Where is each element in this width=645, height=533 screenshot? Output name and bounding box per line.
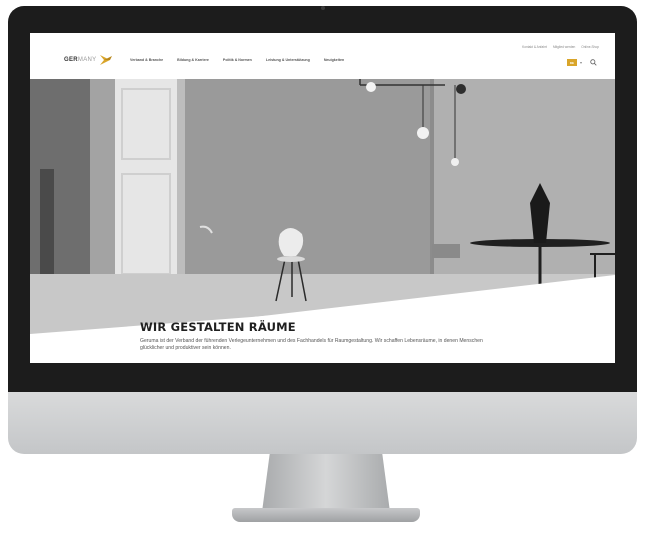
logo-mark-icon — [100, 55, 113, 65]
nav-item-neuigkeiten[interactable]: Neuigkeiten — [324, 58, 344, 62]
camera-icon — [321, 6, 325, 10]
monitor-stand — [262, 454, 390, 512]
hero-image — [30, 79, 615, 363]
language-selector[interactable]: DE — [566, 59, 577, 66]
hero-section — [30, 79, 615, 363]
nav-item-leistung[interactable]: Leistung & Unterstützung — [266, 58, 310, 62]
site-logo[interactable]: GERMANY — [64, 53, 113, 67]
monitor-foot — [232, 508, 420, 522]
hero-title: WIR GESTALTEN RÄUME — [140, 320, 296, 334]
chevron-down-icon: ▾ — [579, 60, 582, 65]
monitor-chin — [8, 392, 637, 454]
utility-navigation: Kontakt & Anfahrt Mitglied werden Online… — [522, 45, 599, 49]
main-navigation: Verband & Branche Bildung & Karriere Pol… — [130, 58, 344, 62]
util-link-kontakt[interactable]: Kontakt & Anfahrt — [522, 45, 547, 49]
website-screen: GERMANY Verband & Branche Bildung & Karr… — [30, 33, 615, 363]
monitor-scene: GERMANY Verband & Branche Bildung & Karr… — [0, 0, 645, 533]
hero-description: Geruma ist der Verband der führenden Ver… — [140, 338, 483, 351]
language-label: DE — [569, 60, 575, 65]
nav-item-politik[interactable]: Politik & Normen — [223, 58, 252, 62]
nav-item-bildung[interactable]: Bildung & Karriere — [177, 58, 209, 62]
site-header: GERMANY Verband & Branche Bildung & Karr… — [30, 33, 615, 79]
nav-item-verband[interactable]: Verband & Branche — [130, 58, 163, 62]
search-icon[interactable] — [590, 59, 597, 66]
util-link-shop[interactable]: Online-Shop — [581, 45, 599, 49]
header-tools: DE ▾ — [566, 59, 597, 66]
util-link-mitglied[interactable]: Mitglied werden — [553, 45, 575, 49]
logo-text: GERMANY — [64, 57, 97, 63]
